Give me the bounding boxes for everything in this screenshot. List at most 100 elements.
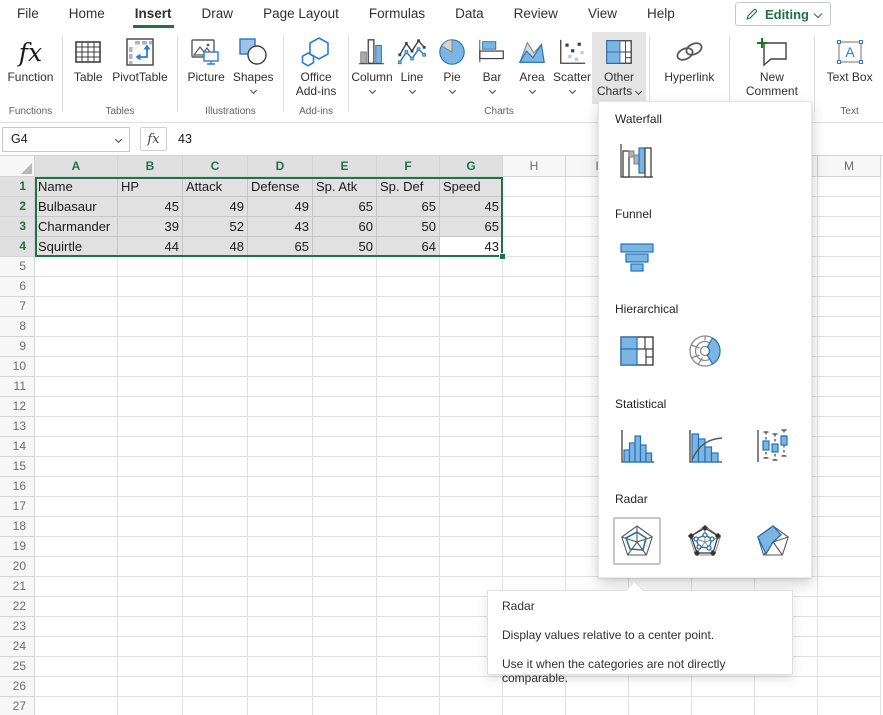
cell-H16[interactable]	[503, 477, 566, 497]
cell-L27[interactable]	[755, 697, 818, 715]
menu-tab-help[interactable]: Help	[632, 0, 690, 28]
cell-G6[interactable]	[440, 277, 503, 297]
column-header-C[interactable]: C	[183, 156, 248, 177]
cell-C20[interactable]	[183, 557, 248, 577]
cell-E24[interactable]	[313, 637, 377, 657]
cell-B20[interactable]	[118, 557, 183, 577]
cell-B13[interactable]	[118, 417, 183, 437]
menu-tab-page-layout[interactable]: Page Layout	[248, 0, 354, 28]
cell-B24[interactable]	[118, 637, 183, 657]
cell-F3[interactable]: 50	[377, 217, 440, 237]
menu-tab-data[interactable]: Data	[440, 0, 499, 28]
cell-B18[interactable]	[118, 517, 183, 537]
cell-H19[interactable]	[503, 537, 566, 557]
cell-A13[interactable]	[35, 417, 118, 437]
cell-F11[interactable]	[377, 377, 440, 397]
cell-M16[interactable]	[818, 477, 881, 497]
cell-F6[interactable]	[377, 277, 440, 297]
cell-D6[interactable]	[248, 277, 313, 297]
cell-M4[interactable]	[818, 237, 881, 257]
cell-H13[interactable]	[503, 417, 566, 437]
column-header-E[interactable]: E	[313, 156, 377, 177]
chart-type-radar-with-markers-icon[interactable]	[681, 517, 729, 565]
cell-G3[interactable]: 65	[440, 217, 503, 237]
cell-D3[interactable]: 43	[248, 217, 313, 237]
cell-C22[interactable]	[183, 597, 248, 617]
cell-M23[interactable]	[818, 617, 881, 637]
cell-F13[interactable]	[377, 417, 440, 437]
cell-M13[interactable]	[818, 417, 881, 437]
column-header-B[interactable]: B	[118, 156, 183, 177]
row-header-27[interactable]: 27	[0, 697, 35, 715]
chart-type-funnel-icon[interactable]	[613, 232, 661, 280]
text-box-button[interactable]: A Text Box	[823, 32, 877, 86]
cell-C10[interactable]	[183, 357, 248, 377]
cell-M9[interactable]	[818, 337, 881, 357]
chart-type-waterfall-icon[interactable]	[613, 137, 661, 185]
row-header-12[interactable]: 12	[0, 397, 35, 417]
cell-F9[interactable]	[377, 337, 440, 357]
cell-C6[interactable]	[183, 277, 248, 297]
cell-A2[interactable]: Bulbasaur	[35, 197, 118, 217]
cell-B1[interactable]: HP	[118, 177, 183, 197]
cell-H1[interactable]	[503, 177, 566, 197]
cell-M24[interactable]	[818, 637, 881, 657]
column-header-M[interactable]: M	[818, 156, 881, 177]
cell-C16[interactable]	[183, 477, 248, 497]
row-header-25[interactable]: 25	[0, 657, 35, 677]
cell-A8[interactable]	[35, 317, 118, 337]
cell-A9[interactable]	[35, 337, 118, 357]
row-header-21[interactable]: 21	[0, 577, 35, 597]
cell-C18[interactable]	[183, 517, 248, 537]
cell-B22[interactable]	[118, 597, 183, 617]
area-chart-button[interactable]: Area	[512, 32, 552, 95]
cell-E18[interactable]	[313, 517, 377, 537]
cell-F7[interactable]	[377, 297, 440, 317]
cell-M21[interactable]	[818, 577, 881, 597]
cell-B12[interactable]	[118, 397, 183, 417]
row-header-7[interactable]: 7	[0, 297, 35, 317]
cell-M27[interactable]	[818, 697, 881, 715]
cell-A21[interactable]	[35, 577, 118, 597]
cell-B19[interactable]	[118, 537, 183, 557]
cell-D15[interactable]	[248, 457, 313, 477]
cell-M3[interactable]	[818, 217, 881, 237]
cell-G16[interactable]	[440, 477, 503, 497]
cell-F25[interactable]	[377, 657, 440, 677]
cell-B14[interactable]	[118, 437, 183, 457]
cell-M5[interactable]	[818, 257, 881, 277]
cell-B23[interactable]	[118, 617, 183, 637]
cell-E22[interactable]	[313, 597, 377, 617]
insert-function-button[interactable]: fx	[140, 127, 167, 151]
row-header-16[interactable]: 16	[0, 477, 35, 497]
cell-A15[interactable]	[35, 457, 118, 477]
table-button[interactable]: Table	[68, 32, 108, 86]
cell-M10[interactable]	[818, 357, 881, 377]
cell-H27[interactable]	[503, 697, 566, 715]
cell-E25[interactable]	[313, 657, 377, 677]
cell-B21[interactable]	[118, 577, 183, 597]
cell-D20[interactable]	[248, 557, 313, 577]
cell-E1[interactable]: Sp. Atk	[313, 177, 377, 197]
cell-E11[interactable]	[313, 377, 377, 397]
row-header-6[interactable]: 6	[0, 277, 35, 297]
cell-C27[interactable]	[183, 697, 248, 715]
cell-D25[interactable]	[248, 657, 313, 677]
cell-G15[interactable]	[440, 457, 503, 477]
chart-type-radar-icon[interactable]	[613, 517, 661, 565]
chart-type-treemap-icon[interactable]	[613, 327, 661, 375]
shapes-button[interactable]: Shapes	[229, 32, 278, 95]
row-header-20[interactable]: 20	[0, 557, 35, 577]
cell-D23[interactable]	[248, 617, 313, 637]
row-header-15[interactable]: 15	[0, 457, 35, 477]
column-chart-button[interactable]: Column	[352, 32, 392, 95]
scatter-chart-button[interactable]: Scatter	[552, 32, 592, 95]
row-header-26[interactable]: 26	[0, 677, 35, 697]
cell-B27[interactable]	[118, 697, 183, 715]
cell-G5[interactable]	[440, 257, 503, 277]
cell-D24[interactable]	[248, 637, 313, 657]
row-header-2[interactable]: 2	[0, 197, 35, 217]
cell-C15[interactable]	[183, 457, 248, 477]
row-header-22[interactable]: 22	[0, 597, 35, 617]
cell-F20[interactable]	[377, 557, 440, 577]
